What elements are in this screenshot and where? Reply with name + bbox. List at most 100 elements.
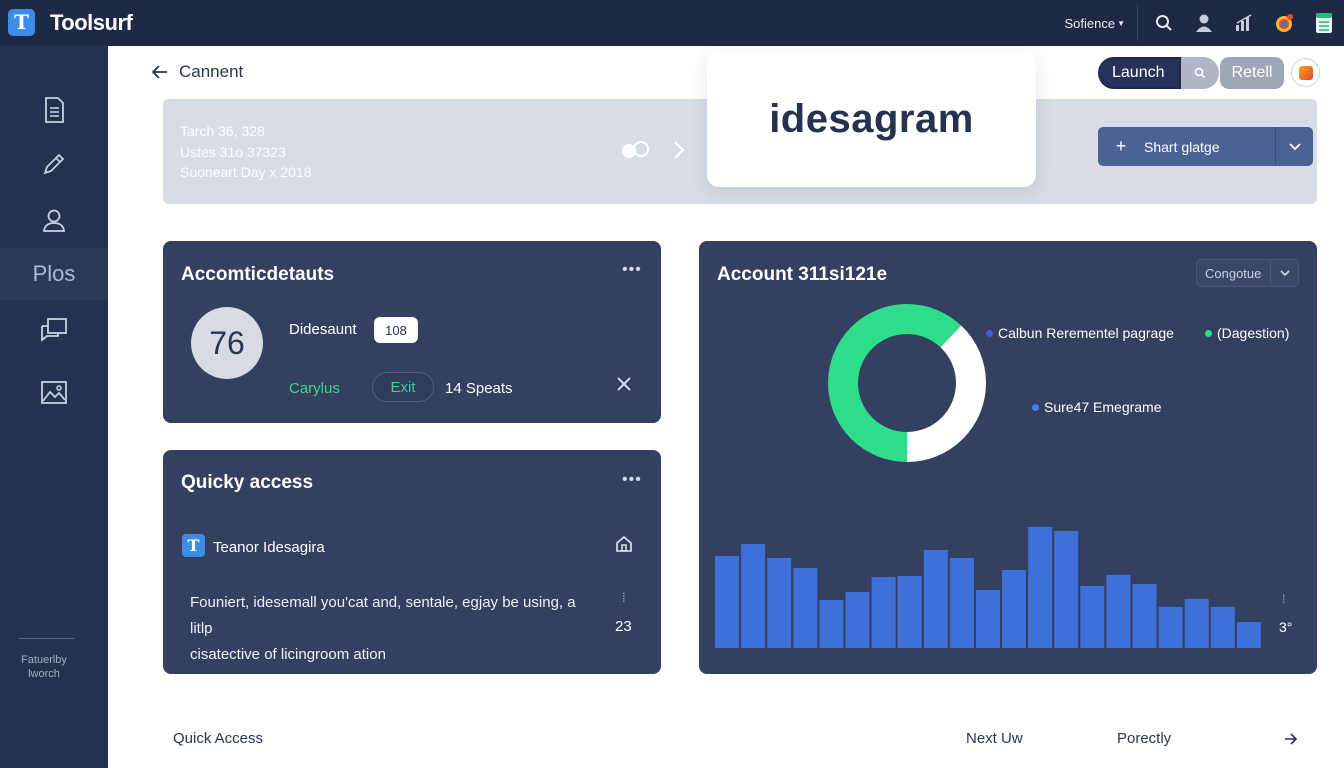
account-label: Didesaunt bbox=[289, 321, 357, 338]
back-link[interactable]: Cannent bbox=[152, 62, 243, 82]
chart-area bbox=[715, 304, 1261, 648]
document-icon bbox=[45, 97, 64, 123]
launch-search-button[interactable] bbox=[1180, 57, 1219, 89]
notifications-button[interactable] bbox=[1264, 0, 1304, 46]
sidebar-item-documents[interactable] bbox=[0, 84, 108, 136]
account-meta: 14 Speats bbox=[445, 380, 513, 397]
legend-dot bbox=[1205, 329, 1212, 337]
bar bbox=[793, 568, 818, 648]
avatar: 76 bbox=[191, 307, 263, 379]
legend-label: (Dagestion) bbox=[1217, 325, 1290, 341]
quick-access-card: Quicky access ••• T Teanor Idesagira Fou… bbox=[163, 450, 661, 674]
extension-button[interactable] bbox=[1291, 58, 1320, 87]
bar bbox=[923, 550, 948, 648]
axis-marker: ⁞ bbox=[1282, 592, 1286, 606]
retell-button[interactable]: Retell bbox=[1220, 57, 1284, 89]
app-name: Toolsurf bbox=[50, 10, 133, 35]
stats-button[interactable] bbox=[1224, 0, 1264, 46]
share-dropdown-toggle[interactable] bbox=[1275, 127, 1313, 166]
bar bbox=[1054, 531, 1079, 648]
bar bbox=[767, 558, 792, 648]
user-button[interactable] bbox=[1184, 0, 1224, 46]
legend-item: Sure47 Emegrame bbox=[1032, 399, 1162, 415]
extension-icon bbox=[1298, 65, 1313, 80]
card-title: Quicky access bbox=[181, 472, 314, 493]
legend-label: Sure47 Emegrame bbox=[1044, 399, 1162, 415]
bar bbox=[741, 544, 766, 648]
bar bbox=[897, 576, 922, 648]
count-badge: 108 bbox=[374, 317, 418, 343]
footer-next[interactable]: Next Uw bbox=[966, 730, 1023, 747]
app-logo-small: T bbox=[182, 534, 205, 557]
sidebar-item-plos[interactable]: Plos bbox=[0, 248, 108, 300]
sheet-button[interactable] bbox=[1304, 0, 1344, 46]
legend-item: Calbun Rerementel pagrage bbox=[986, 325, 1174, 341]
sidebar-footer-line: lworch bbox=[28, 668, 60, 680]
arrow-left-icon bbox=[152, 65, 167, 79]
bar bbox=[1184, 599, 1209, 648]
chat-icon bbox=[41, 318, 67, 342]
user-icon bbox=[42, 209, 66, 232]
launch-button[interactable]: Launch bbox=[1098, 57, 1181, 89]
chevron-right-icon[interactable] bbox=[673, 140, 685, 160]
quick-item-name[interactable]: Teanor Idesagira bbox=[213, 539, 325, 556]
legend-dot bbox=[1032, 403, 1039, 411]
bar bbox=[976, 590, 1000, 648]
bar bbox=[871, 577, 896, 648]
sidebar-item-profile[interactable] bbox=[0, 194, 108, 246]
top-select-label: Sofience bbox=[1064, 15, 1116, 31]
top-bar: T Toolsurf Sofience ▼ bbox=[0, 0, 1344, 46]
plus-icon: + bbox=[1115, 136, 1127, 156]
account-link[interactable]: Carylus bbox=[289, 380, 340, 397]
floating-title-card: idesagram bbox=[707, 51, 1036, 187]
footer-properly[interactable]: Porectly bbox=[1117, 730, 1171, 747]
top-separator bbox=[1137, 5, 1138, 41]
legend-label: Calbun Rerementel pagrage bbox=[998, 325, 1174, 341]
bar bbox=[1080, 586, 1105, 648]
sidebar-item-messages[interactable] bbox=[0, 304, 108, 356]
description-line: cisatective of licingroom ation bbox=[190, 646, 386, 663]
bar bbox=[1132, 584, 1157, 648]
image-icon bbox=[41, 381, 67, 404]
exit-button[interactable]: Exit bbox=[372, 372, 434, 402]
sidebar-divider bbox=[18, 638, 74, 639]
bar bbox=[715, 556, 739, 648]
description-line: Founiert, idesemall you'cat and, sentale… bbox=[190, 594, 576, 637]
sidebar-item-edit[interactable] bbox=[0, 138, 108, 190]
close-icon[interactable] bbox=[615, 375, 633, 393]
card-title: Accomticdetauts bbox=[181, 264, 335, 285]
home-icon[interactable] bbox=[614, 534, 634, 554]
bar bbox=[845, 592, 870, 648]
search-button[interactable] bbox=[1144, 0, 1184, 46]
sidebar: Plos Fatuerlby lworch bbox=[0, 46, 108, 768]
sidebar-item-label: Plos bbox=[32, 261, 76, 286]
arrow-right-icon[interactable] bbox=[1284, 733, 1298, 745]
sidebar-footer[interactable]: Fatuerlby lworch bbox=[0, 653, 88, 681]
footer-quick-access[interactable]: Quick Access bbox=[173, 730, 263, 747]
more-options-icon[interactable]: ••• bbox=[622, 261, 642, 279]
signal-icon bbox=[1236, 14, 1252, 31]
caret-down-icon: ▼ bbox=[1117, 18, 1125, 28]
bar bbox=[1158, 607, 1183, 648]
scroll-marker: ⁞ bbox=[622, 590, 626, 605]
app-logo[interactable]: T bbox=[8, 9, 35, 36]
legend-item: (Dagestion) bbox=[1205, 325, 1289, 341]
more-options-icon[interactable]: ••• bbox=[622, 471, 642, 489]
bar bbox=[949, 558, 974, 648]
sidebar-item-gallery[interactable] bbox=[0, 366, 108, 418]
bar bbox=[1028, 527, 1053, 648]
spreadsheet-icon bbox=[1316, 13, 1332, 33]
legend-dot bbox=[986, 329, 993, 337]
search-icon bbox=[1156, 15, 1172, 31]
sidebar-footer-line: Fatuerlby bbox=[21, 654, 67, 666]
share-button[interactable]: + Shart glatge bbox=[1098, 127, 1313, 166]
toggle-switch[interactable] bbox=[619, 141, 653, 159]
colorful-badge-icon bbox=[1276, 14, 1293, 32]
banner-line: Ustes 31o 37323 bbox=[180, 143, 286, 160]
back-label: Cannent bbox=[179, 62, 244, 81]
top-select[interactable]: Sofience ▼ bbox=[1064, 16, 1137, 31]
launch-group: Launch bbox=[1098, 57, 1219, 89]
bar bbox=[819, 600, 844, 648]
quick-count: 23 bbox=[615, 618, 632, 635]
bar bbox=[1236, 622, 1261, 648]
